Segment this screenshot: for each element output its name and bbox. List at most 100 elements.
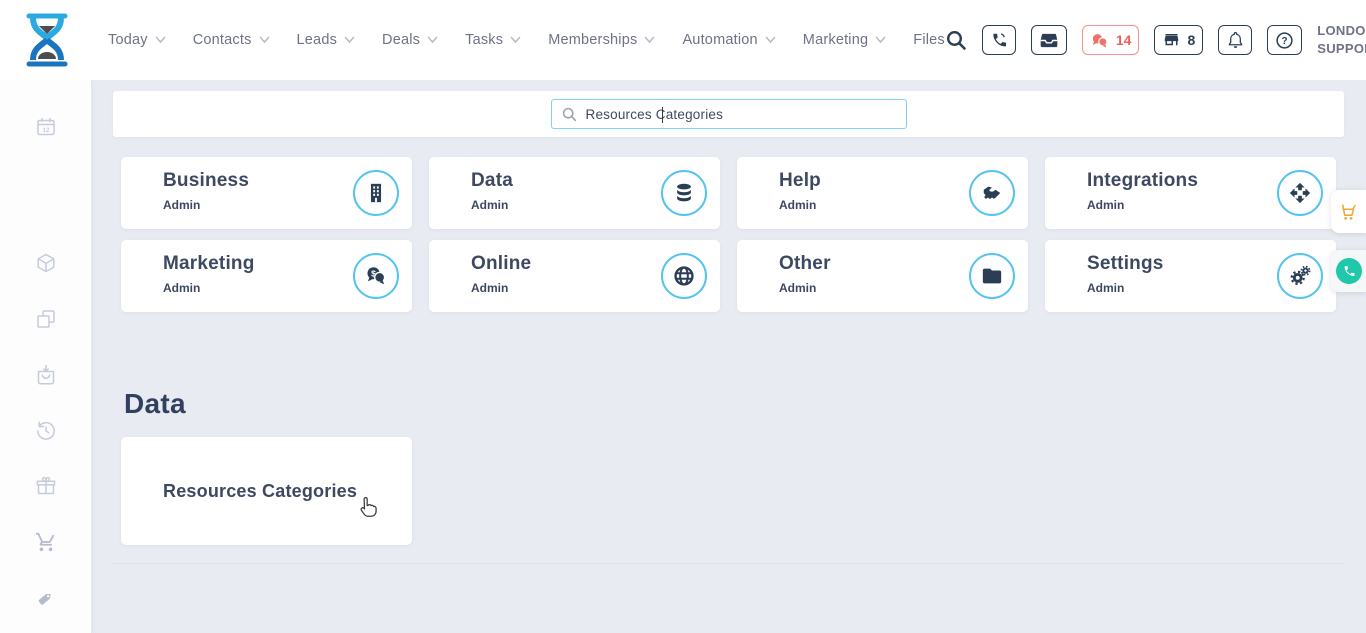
- data-section-title: Data: [124, 388, 186, 420]
- svg-text:$: $: [371, 268, 376, 278]
- nav-item-marketing[interactable]: Marketing: [803, 32, 886, 48]
- card-title: Help: [779, 170, 821, 192]
- messages-count-badge: 14: [1116, 32, 1132, 48]
- chevron-down-icon: [259, 36, 270, 44]
- nav-label: Marketing: [803, 32, 868, 48]
- gears-icon: [1277, 253, 1323, 299]
- inbox-icon: [1039, 32, 1059, 49]
- text-caret: [662, 107, 663, 123]
- messages-button[interactable]: 14: [1082, 25, 1140, 55]
- search-icon: [562, 107, 577, 122]
- top-header: Today Contacts Leads Deals Tasks Members…: [0, 0, 1366, 80]
- nav-item-contacts[interactable]: Contacts: [193, 32, 270, 48]
- calendar-icon[interactable]: 12: [35, 116, 57, 138]
- cart-icon[interactable]: [35, 531, 57, 553]
- move-arrows-icon: [1277, 170, 1323, 216]
- whatsapp-phone-icon: [1336, 258, 1362, 284]
- card-title: Data: [471, 170, 513, 192]
- store-count-badge: 8: [1187, 32, 1195, 48]
- nav-item-memberships[interactable]: Memberships: [548, 32, 655, 48]
- database-icon: [661, 170, 707, 216]
- nav-item-today[interactable]: Today: [108, 32, 166, 48]
- chevron-down-icon: [644, 36, 655, 44]
- nav-item-tasks[interactable]: Tasks: [465, 32, 521, 48]
- chevron-down-icon: [510, 36, 521, 44]
- handshake-icon: [969, 170, 1015, 216]
- notifications-button[interactable]: [1218, 25, 1252, 55]
- account-name: LONDON SUPPORT: [1317, 22, 1366, 57]
- nav-label: Memberships: [548, 32, 637, 48]
- card-subtitle: Admin: [471, 198, 508, 212]
- phone-icon: [990, 31, 1008, 49]
- main-content: Resources Categories Business Admin: [91, 80, 1366, 633]
- gift-icon[interactable]: [35, 475, 57, 497]
- help-button[interactable]: ?: [1267, 25, 1302, 55]
- cart-icon: [1338, 201, 1360, 223]
- chat-bubbles-icon: [1090, 32, 1110, 49]
- bag-import-icon[interactable]: [35, 364, 57, 386]
- card-marketing[interactable]: Marketing Admin $: [121, 240, 412, 312]
- nav-label: Automation: [682, 32, 757, 48]
- card-subtitle: Admin: [471, 281, 508, 295]
- comments-dollar-icon: $: [353, 253, 399, 299]
- card-business[interactable]: Business Admin: [121, 157, 412, 229]
- left-sidebar: 12: [0, 80, 91, 633]
- nav-label: Contacts: [193, 32, 252, 48]
- nav-item-leads[interactable]: Leads: [297, 32, 356, 48]
- card-subtitle: Admin: [163, 198, 200, 212]
- resources-search-input[interactable]: Resources Categories: [551, 99, 907, 129]
- chevron-down-icon: [427, 36, 438, 44]
- card-integrations[interactable]: Integrations Admin: [1045, 157, 1336, 229]
- cube-icon[interactable]: [35, 252, 57, 274]
- storefront-icon: [1162, 31, 1181, 49]
- header-actions: 14 8 ? LONDON: [945, 22, 1366, 57]
- chevron-down-icon: [155, 36, 166, 44]
- resource-card-label: Resources Categories: [163, 481, 357, 502]
- svg-text:12: 12: [42, 127, 50, 134]
- card-subtitle: Admin: [1087, 198, 1124, 212]
- whatsapp-side-tab[interactable]: [1331, 250, 1366, 292]
- nav-label: Leads: [297, 32, 338, 48]
- search-icon[interactable]: [945, 29, 967, 51]
- card-subtitle: Admin: [163, 281, 200, 295]
- search-input-value: Resources Categories: [586, 107, 724, 122]
- cart-side-tab[interactable]: [1331, 190, 1366, 233]
- globe-icon: [661, 253, 707, 299]
- card-title: Online: [471, 253, 531, 275]
- history-icon[interactable]: [35, 420, 57, 442]
- svg-text:?: ?: [1282, 35, 1288, 46]
- card-title: Business: [163, 170, 249, 192]
- nav-label: Files: [913, 32, 945, 48]
- chevron-down-icon: [875, 36, 886, 44]
- card-title: Integrations: [1087, 170, 1198, 192]
- card-data[interactable]: Data Admin: [429, 157, 720, 229]
- pages-icon[interactable]: [35, 308, 57, 330]
- card-subtitle: Admin: [779, 198, 816, 212]
- search-bar-card: Resources Categories: [113, 91, 1344, 137]
- tag-icon[interactable]: [35, 587, 57, 609]
- card-settings[interactable]: Settings Admin: [1045, 240, 1336, 312]
- card-help[interactable]: Help Admin: [737, 157, 1028, 229]
- card-subtitle: Admin: [779, 281, 816, 295]
- nav-item-automation[interactable]: Automation: [682, 32, 775, 48]
- card-online[interactable]: Online Admin: [429, 240, 720, 312]
- nav-label: Tasks: [465, 32, 503, 48]
- app-window: Today Contacts Leads Deals Tasks Members…: [0, 0, 1366, 633]
- card-title: Settings: [1087, 253, 1164, 275]
- nav-label: Deals: [382, 32, 420, 48]
- resources-categories-card[interactable]: Resources Categories: [121, 437, 412, 545]
- inbox-button[interactable]: [1031, 25, 1067, 55]
- phone-button[interactable]: [982, 25, 1016, 55]
- nav-label: Today: [108, 32, 148, 48]
- chevron-down-icon: [765, 36, 776, 44]
- card-subtitle: Admin: [1087, 281, 1124, 295]
- main-nav: Today Contacts Leads Deals Tasks Members…: [108, 32, 945, 48]
- nav-item-deals[interactable]: Deals: [382, 32, 438, 48]
- store-button[interactable]: 8: [1154, 25, 1203, 55]
- chevron-down-icon: [344, 36, 355, 44]
- nav-item-files[interactable]: Files: [913, 32, 945, 48]
- hourglass-logo[interactable]: [24, 13, 70, 67]
- admin-cards-grid: Business Admin Data Ad: [121, 157, 1336, 312]
- card-other[interactable]: Other Admin: [737, 240, 1028, 312]
- section-divider: [113, 563, 1344, 564]
